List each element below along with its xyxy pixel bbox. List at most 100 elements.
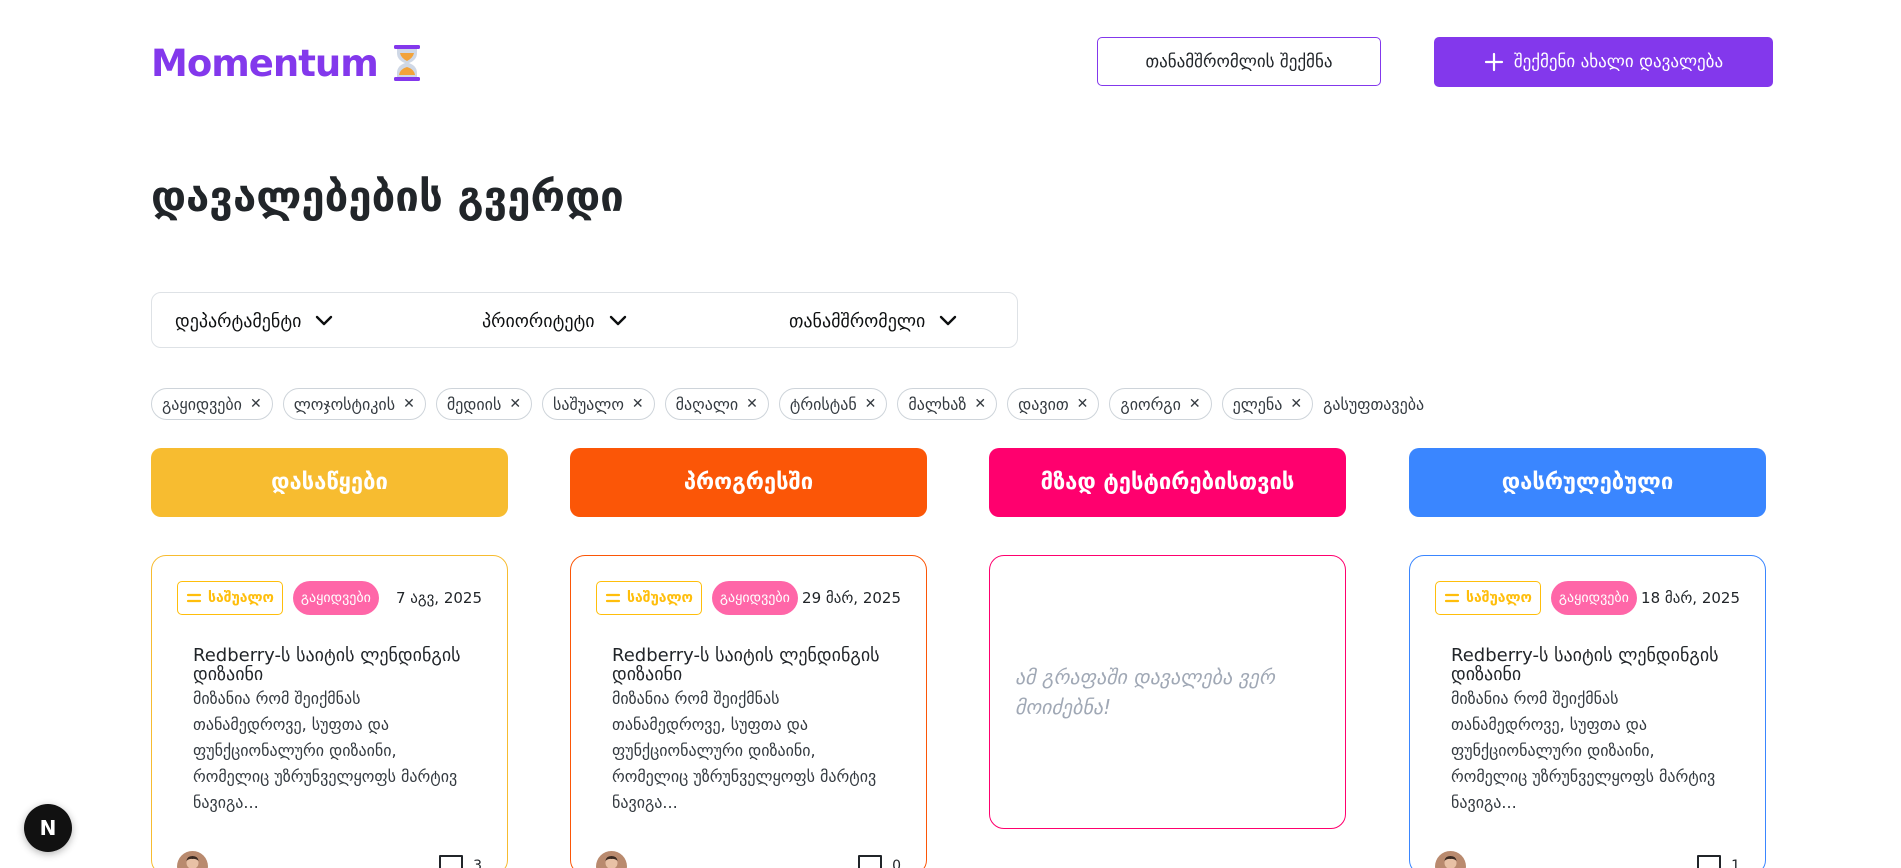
comment-icon	[858, 855, 883, 868]
page-title: დავალებების გვერდი	[151, 172, 624, 221]
header: Momentum თანამშრომლის შექმნა შექმენი ახა…	[151, 37, 1773, 89]
card-meta: საშუალო გაყიდვები 18 მარ, 2025	[1435, 581, 1740, 615]
empty-message: ამ გრაფაში დავალება ვერ მოიძებნა!	[1015, 665, 1275, 719]
close-icon[interactable]: ✕	[974, 396, 986, 412]
filter-label: თანამშრომელი	[789, 310, 926, 332]
chevron-down-icon	[940, 315, 957, 326]
chip-label: ლოჯოსტიკის	[293, 394, 396, 414]
priority-badge: საშუალო	[177, 581, 283, 615]
close-icon[interactable]: ✕	[403, 396, 415, 412]
filter-chip: ტრისტან ✕	[778, 388, 888, 420]
card-description: მიზანია რომ შეიქმნას თანამედროვე, სუფთა …	[193, 689, 458, 812]
active-filters: გაყიდვები ✕ ლოჯოსტიკის ✕ მედიის ✕ საშუალო ✕ …	[151, 388, 1424, 420]
filter-label: პრიორიტეტი	[482, 310, 595, 332]
filter-chip: ლოჯოსტიკის ✕	[282, 388, 426, 420]
due-date: 29 მარ, 2025	[802, 589, 901, 607]
due-date: 7 აგვ, 2025	[395, 589, 482, 607]
filter-chip: გაყიდვები ✕	[151, 388, 273, 420]
filter-chip: გიორგი ✕	[1109, 388, 1212, 420]
chip-label: საშუალო	[553, 394, 624, 414]
priority-medium-icon	[186, 593, 202, 603]
column-header-ready-for-testing: მზად ტესტირებისთვის	[989, 448, 1346, 517]
close-icon[interactable]: ✕	[1290, 396, 1302, 412]
priority-badge: საშუალო	[1435, 581, 1541, 615]
avatar	[1435, 850, 1466, 868]
empty-column: ამ გრაფაში დავალება ვერ მოიძებნა!	[989, 555, 1346, 829]
column-header-in-progress: პროგრესში	[570, 448, 927, 517]
hourglass-icon	[393, 45, 420, 81]
create-task-label: შექმენი ახალი დავალება	[1513, 52, 1724, 72]
chip-label: ტრისტან	[789, 394, 857, 414]
card-description: მიზანია რომ შეიქმნას თანამედროვე, სუფთა …	[612, 689, 877, 812]
department-badge: გაყიდვები	[711, 581, 798, 615]
card-footer: 1	[1435, 849, 1740, 868]
logo-text: Momentum	[151, 41, 379, 85]
plus-icon	[1484, 52, 1503, 72]
comments-number: 3	[473, 858, 482, 868]
priority-label: საშუალო	[627, 590, 693, 606]
create-employee-button[interactable]: თანამშრომლის შექმნა	[1097, 37, 1381, 86]
avatar	[596, 850, 627, 868]
close-icon[interactable]: ✕	[632, 396, 644, 412]
filter-priority[interactable]: პრიორიტეტი	[482, 293, 627, 349]
comments-count: 0	[856, 852, 901, 868]
task-card[interactable]: საშუალო გაყიდვები 18 მარ, 2025 Redberry-…	[1409, 555, 1766, 868]
chip-label: დავით	[1018, 394, 1069, 414]
filter-chip: მალხაზ ✕	[897, 388, 998, 420]
column-header-done: დასრულებული	[1409, 448, 1766, 517]
priority-label: საშუალო	[1466, 590, 1532, 606]
comment-icon	[1697, 855, 1722, 868]
comment-icon	[439, 855, 464, 868]
filter-chip: მედიის ✕	[435, 388, 533, 420]
card-meta: საშუალო გაყიდვები 29 მარ, 2025	[596, 581, 901, 615]
card-meta: საშუალო გაყიდვები 7 აგვ, 2025	[177, 581, 482, 615]
close-icon[interactable]: ✕	[1077, 396, 1089, 412]
filter-employee[interactable]: თანამშრომელი	[789, 293, 957, 349]
chip-label: მალხაზ	[908, 394, 967, 414]
card-title: Redberry-ს საიტის ლენდინგის დიზაინი	[1451, 645, 1719, 685]
filter-chip: დავით ✕	[1007, 388, 1100, 420]
close-icon[interactable]: ✕	[746, 396, 758, 412]
chip-label: მედიის	[446, 394, 502, 414]
chip-label: გაყიდვები	[162, 394, 242, 414]
clear-filters-button[interactable]: გასუფთავება	[1323, 395, 1424, 414]
task-card[interactable]: საშუალო გაყიდვები 29 მარ, 2025 Redberry-…	[570, 555, 927, 868]
card-footer: 0	[596, 849, 901, 868]
filter-chip: ელენა ✕	[1221, 388, 1314, 420]
department-badge: გაყიდვები	[1550, 581, 1637, 615]
logo[interactable]: Momentum	[151, 37, 424, 89]
priority-label: საშუალო	[208, 590, 274, 606]
filter-label: დეპარტამენტი	[175, 310, 302, 332]
chip-label: გიორგი	[1120, 394, 1181, 414]
card-footer: 3	[177, 849, 482, 868]
filter-bar: დეპარტამენტი პრიორიტეტი თანამშრომელი	[151, 292, 1018, 348]
chip-label: ელენა	[1232, 394, 1283, 414]
priority-medium-icon	[1444, 593, 1460, 603]
chevron-down-icon	[316, 315, 333, 326]
chip-label: მაღალი	[675, 394, 739, 414]
chevron-down-icon	[609, 315, 626, 326]
filter-chip: მაღალი ✕	[664, 388, 769, 420]
close-icon[interactable]: ✕	[509, 396, 521, 412]
comments-number: 1	[1731, 858, 1740, 868]
comments-count: 1	[1695, 852, 1740, 868]
comments-count: 3	[437, 852, 482, 868]
card-title: Redberry-ს საიტის ლენდინგის დიზაინი	[193, 645, 461, 685]
next-dev-badge[interactable]: N	[24, 804, 72, 852]
priority-badge: საშუალო	[596, 581, 702, 615]
filter-department[interactable]: დეპარტამენტი	[175, 293, 333, 349]
card-title: Redberry-ს საიტის ლენდინგის დიზაინი	[612, 645, 880, 685]
close-icon[interactable]: ✕	[250, 396, 262, 412]
department-badge: გაყიდვები	[292, 581, 379, 615]
task-card[interactable]: საშუალო გაყიდვები 7 აგვ, 2025 Redberry-ს…	[151, 555, 508, 868]
due-date: 18 მარ, 2025	[1641, 589, 1740, 607]
priority-medium-icon	[605, 593, 621, 603]
column-header-todo: დასაწყები	[151, 448, 508, 517]
close-icon[interactable]: ✕	[865, 396, 877, 412]
create-task-button[interactable]: შექმენი ახალი დავალება	[1434, 37, 1773, 87]
card-description: მიზანია რომ შეიქმნას თანამედროვე, სუფთა …	[1451, 689, 1716, 812]
close-icon[interactable]: ✕	[1189, 396, 1201, 412]
comments-number: 0	[892, 858, 901, 868]
next-badge-label: N	[39, 816, 57, 840]
avatar	[177, 850, 208, 868]
